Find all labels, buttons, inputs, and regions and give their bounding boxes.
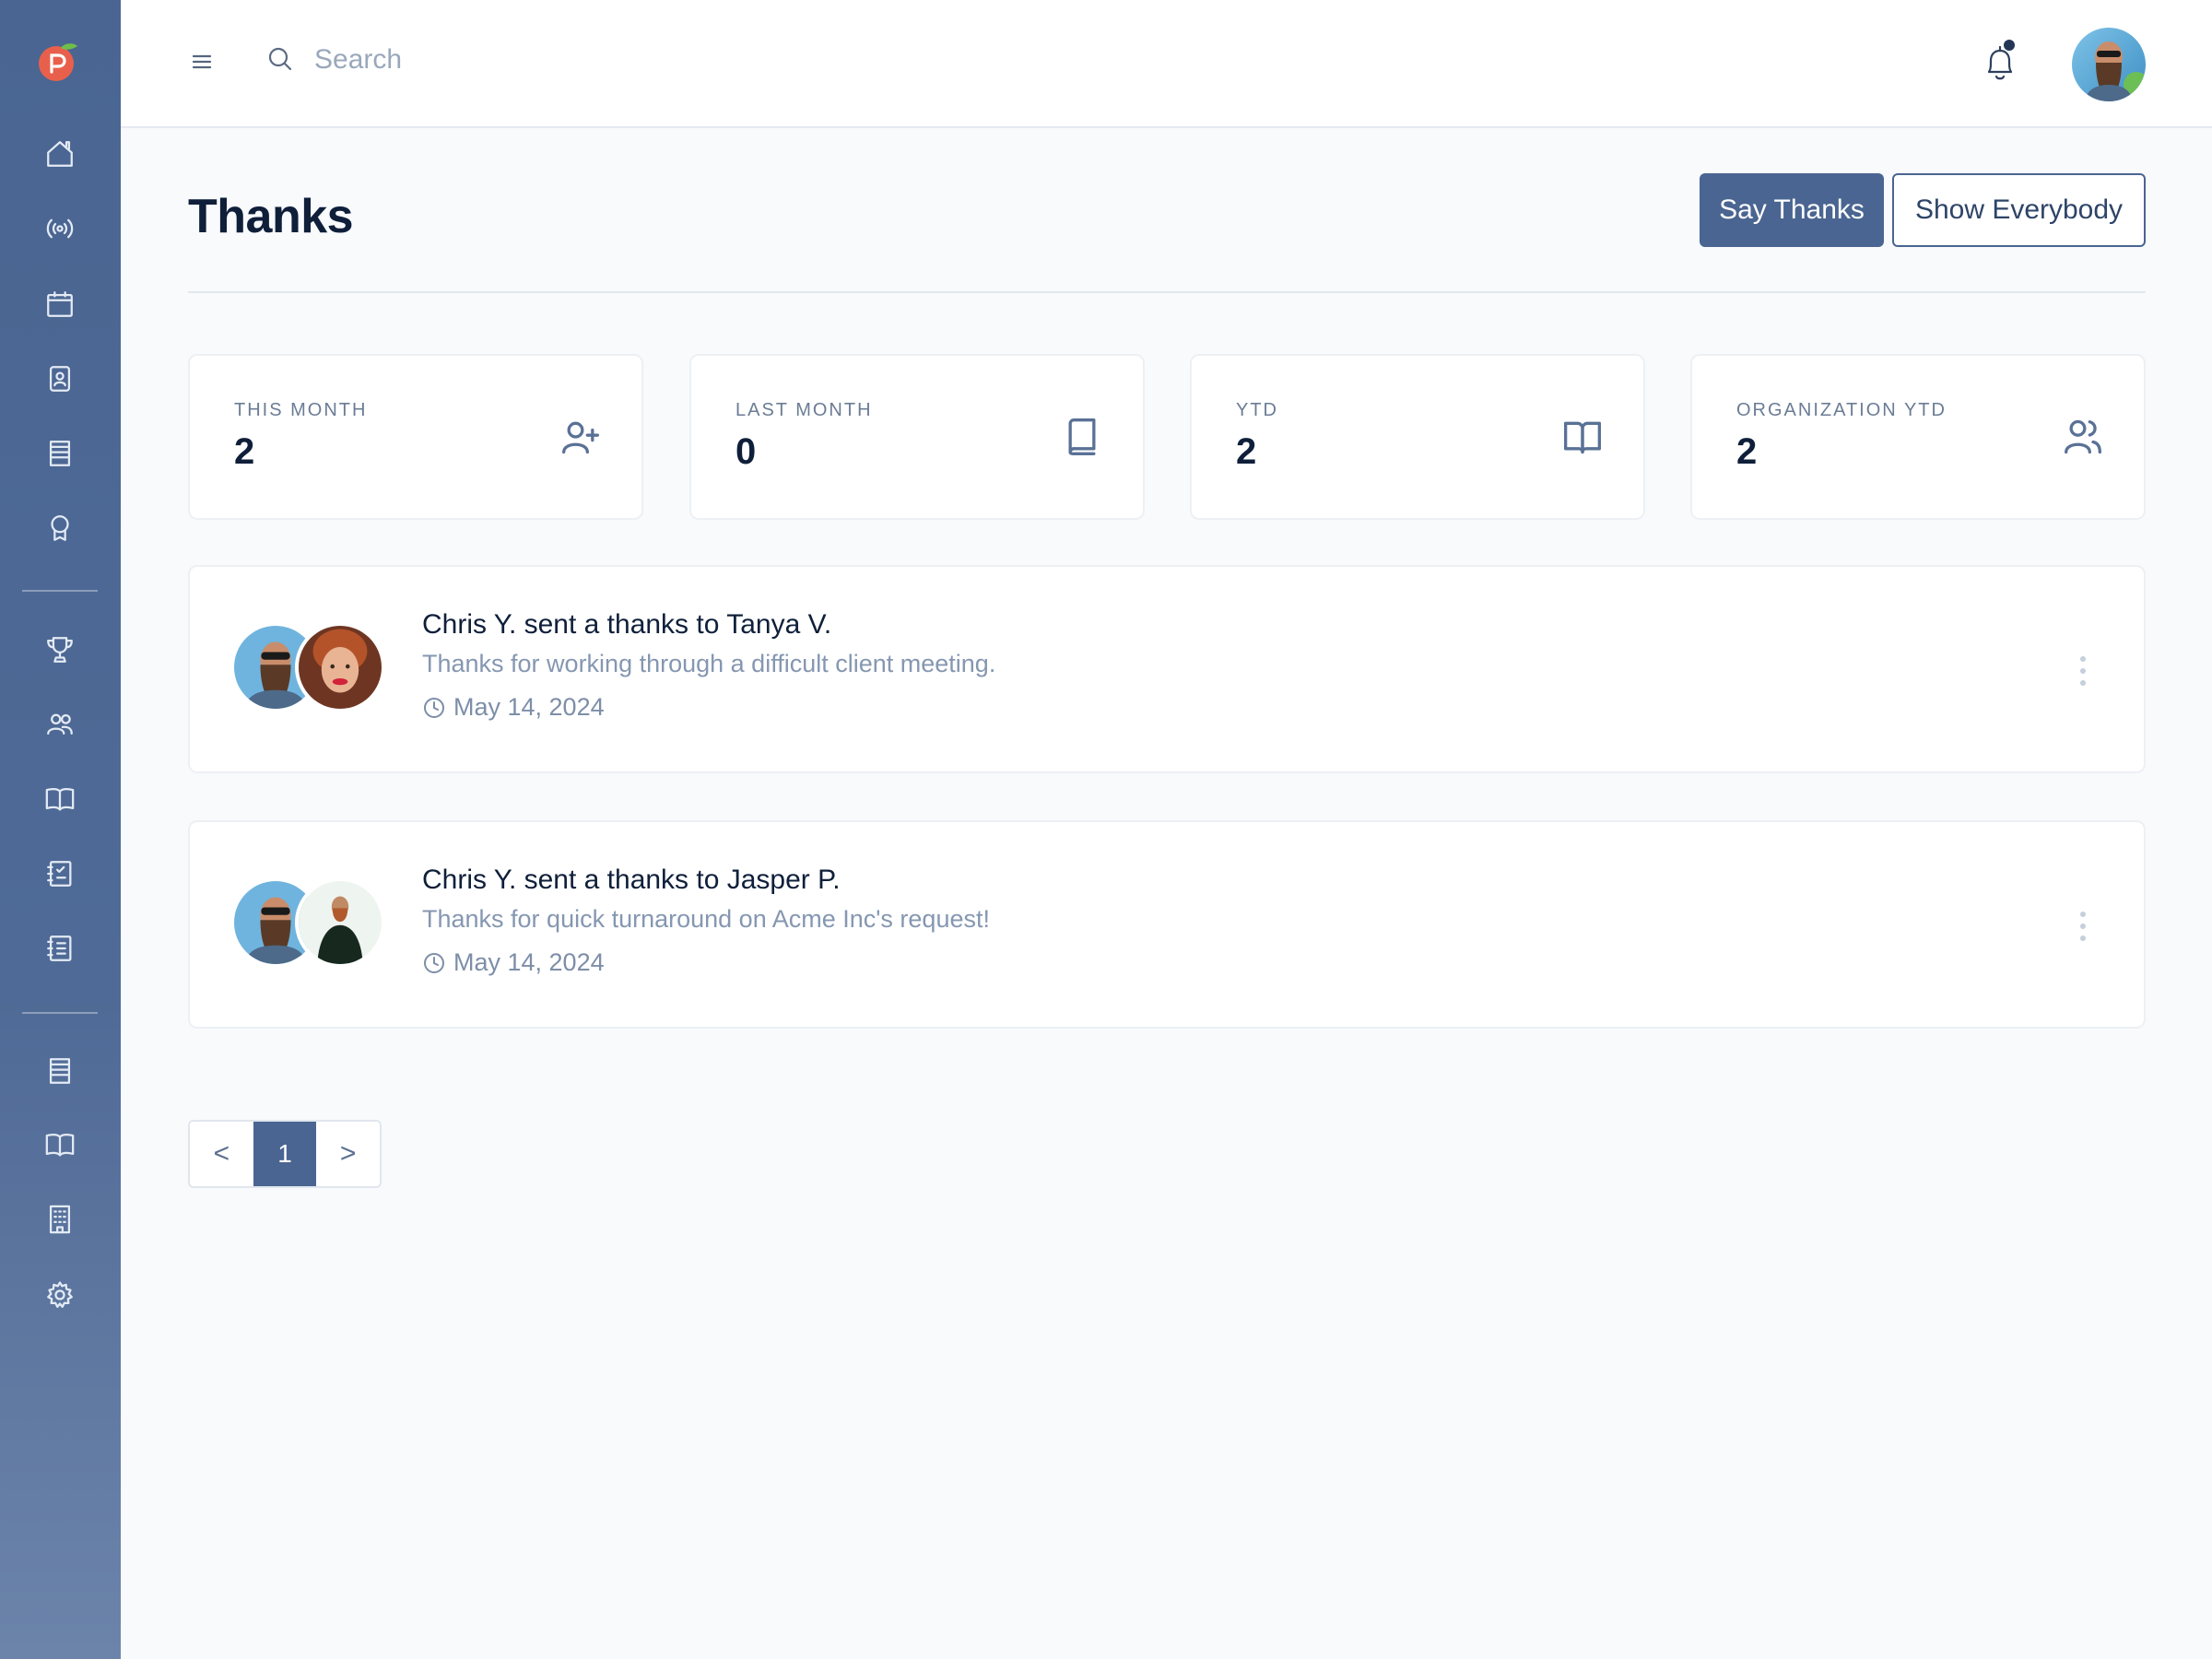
- stat-value: 2: [234, 431, 255, 472]
- page-title: Thanks: [188, 190, 354, 243]
- stat-label: LAST MONTH: [735, 400, 873, 420]
- ladder-icon[interactable]: [41, 435, 78, 472]
- thanks-title: Chris Y. sent a thanks to Jasper P.: [422, 865, 841, 895]
- sidebar-divider: [22, 590, 98, 592]
- contact-card-icon[interactable]: [41, 360, 78, 397]
- show-everybody-button[interactable]: Show Everybody: [1892, 173, 2146, 247]
- notification-dot: [2004, 40, 2015, 51]
- header-divider: [188, 291, 2146, 293]
- sidebar-divider: [22, 1012, 98, 1014]
- stat-card-last-month: LAST MONTH 0: [689, 354, 1145, 520]
- stat-label: ORGANIZATION YTD: [1736, 400, 1947, 420]
- gear-icon[interactable]: [41, 1277, 78, 1313]
- search-icon: [265, 44, 295, 74]
- stat-value: 2: [1736, 431, 1758, 472]
- more-options-icon[interactable]: [2074, 653, 2092, 689]
- recipient-avatar: [295, 877, 385, 968]
- topbar: [121, 0, 2212, 128]
- next-page-button[interactable]: >: [316, 1122, 380, 1186]
- prev-page-button[interactable]: <: [190, 1122, 253, 1186]
- thanks-date: May 14, 2024: [422, 693, 605, 722]
- users-icon: [2063, 417, 2103, 457]
- building-icon[interactable]: [41, 1201, 78, 1238]
- thanks-title: Chris Y. sent a thanks to Tanya V.: [422, 609, 832, 640]
- app-logo[interactable]: [37, 41, 79, 83]
- page-1-button[interactable]: 1: [253, 1122, 317, 1186]
- clock-icon: [422, 951, 446, 975]
- checklist-icon[interactable]: [41, 855, 78, 892]
- document-list-icon[interactable]: [41, 930, 78, 967]
- calendar-icon[interactable]: [41, 286, 78, 323]
- trophy-icon[interactable]: [41, 631, 78, 668]
- avatar[interactable]: [2072, 28, 2146, 101]
- pagination: < 1 >: [188, 1120, 382, 1188]
- book-open-icon[interactable]: [41, 1126, 78, 1163]
- book-open-icon[interactable]: [41, 781, 78, 818]
- stat-label: THIS MONTH: [234, 400, 368, 420]
- sidebar: [0, 0, 121, 1659]
- stat-card-organization-ytd: ORGANIZATION YTD 2: [1690, 354, 2146, 520]
- broadcast-icon[interactable]: [41, 210, 78, 247]
- stat-value: 2: [1236, 431, 1257, 472]
- thanks-card[interactable]: Chris Y. sent a thanks to Tanya V. Thank…: [188, 565, 2146, 773]
- recipient-avatar: [295, 622, 385, 712]
- book-icon: [1062, 417, 1102, 457]
- users-icon[interactable]: [41, 706, 78, 743]
- book-open-icon: [1562, 417, 1603, 457]
- thanks-date-text: May 14, 2024: [453, 948, 605, 976]
- award-icon[interactable]: [41, 510, 78, 547]
- search-input[interactable]: [314, 37, 867, 83]
- thanks-message: Thanks for working through a difficult c…: [422, 650, 996, 677]
- more-options-icon[interactable]: [2074, 908, 2092, 945]
- say-thanks-button[interactable]: Say Thanks: [1700, 173, 1884, 247]
- clock-icon: [422, 696, 446, 720]
- thanks-date-text: May 14, 2024: [453, 693, 605, 721]
- stat-label: YTD: [1236, 400, 1278, 420]
- thanks-card[interactable]: Chris Y. sent a thanks to Jasper P. Than…: [188, 820, 2146, 1029]
- user-plus-icon: [560, 417, 601, 457]
- hamburger-menu-icon[interactable]: [188, 48, 216, 76]
- ladder-icon[interactable]: [41, 1053, 78, 1089]
- stat-card-this-month: THIS MONTH 2: [188, 354, 643, 520]
- thanks-date: May 14, 2024: [422, 948, 605, 977]
- home-icon[interactable]: [41, 135, 78, 172]
- thanks-message: Thanks for quick turnaround on Acme Inc'…: [422, 905, 990, 933]
- stat-card-ytd: YTD 2: [1190, 354, 1645, 520]
- stat-value: 0: [735, 431, 757, 472]
